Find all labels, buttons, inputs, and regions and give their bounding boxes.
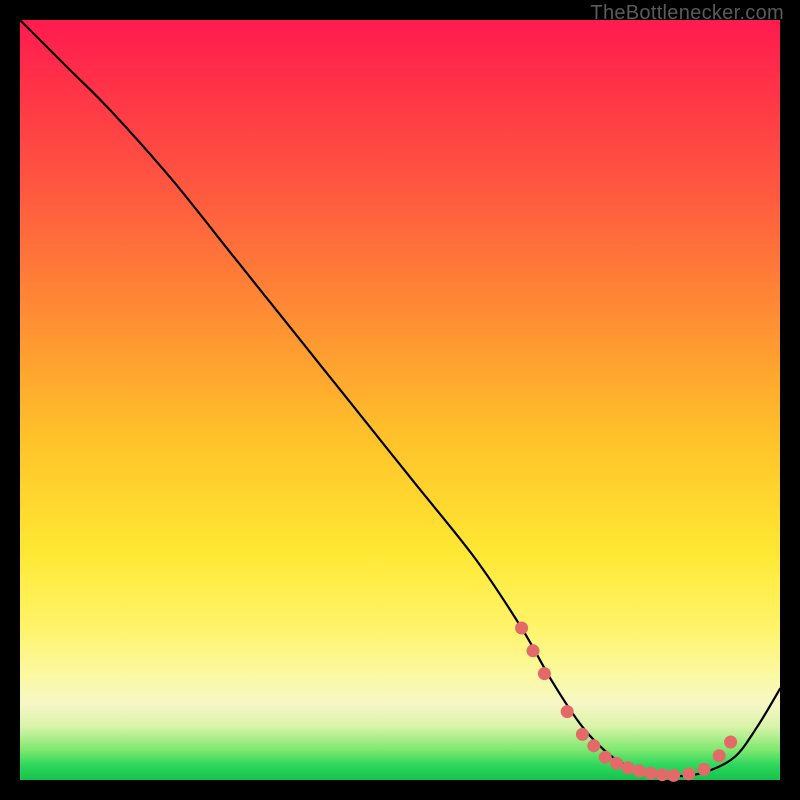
highlight-dot: [644, 767, 657, 780]
highlight-dot: [587, 739, 600, 752]
highlight-dot: [713, 749, 726, 762]
bottleneck-curve: [20, 20, 780, 776]
highlight-dot: [527, 644, 540, 657]
highlight-dot: [682, 767, 695, 780]
highlight-dot: [610, 757, 623, 770]
highlight-dot: [538, 667, 551, 680]
highlight-dot: [724, 736, 737, 749]
curve-svg: [20, 20, 780, 780]
highlight-dot: [633, 764, 646, 777]
plot-area: [20, 20, 780, 780]
highlight-dots-group: [515, 622, 737, 782]
highlight-dot: [576, 728, 589, 741]
highlight-dot: [599, 751, 612, 764]
highlight-dot: [667, 769, 680, 782]
highlight-dot: [622, 761, 635, 774]
highlight-dot: [515, 622, 528, 635]
chart-stage: TheBottlenecker.com: [0, 0, 800, 800]
highlight-dot: [656, 768, 669, 781]
highlight-dot: [561, 705, 574, 718]
highlight-dot: [698, 763, 711, 776]
